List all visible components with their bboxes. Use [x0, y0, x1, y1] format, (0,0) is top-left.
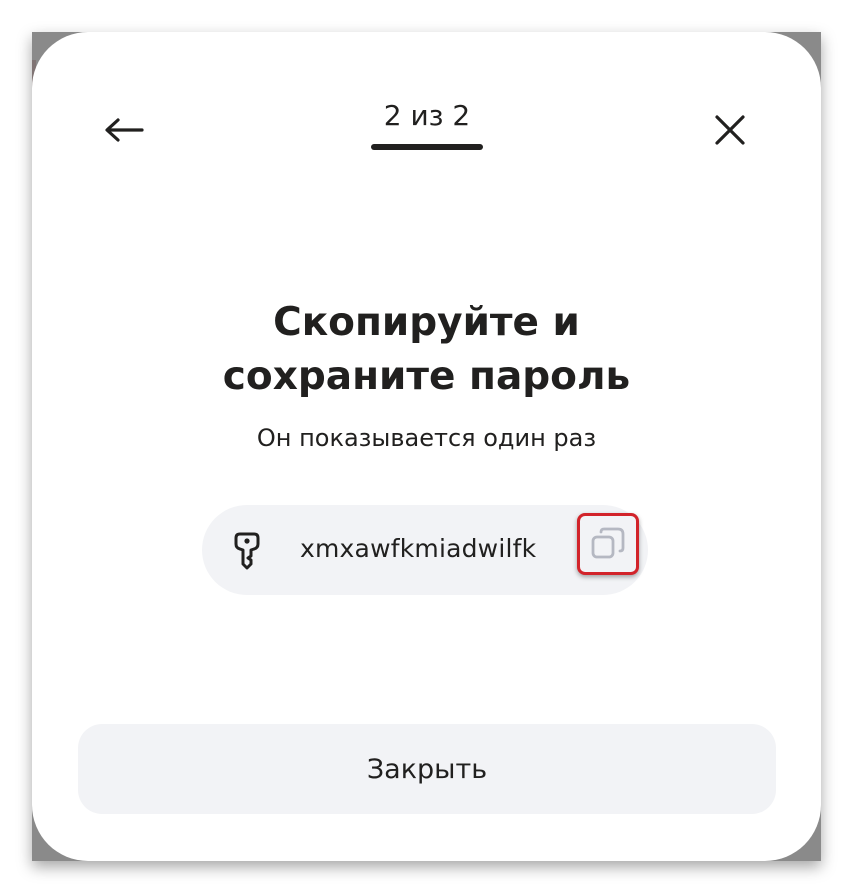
step-label: 2 из 2 — [383, 99, 471, 132]
password-value: xmxawfkmiadwilfk — [300, 534, 537, 563]
step-progress-bar — [371, 144, 483, 150]
back-button[interactable] — [98, 104, 150, 156]
step-indicator: 2 из 2 — [366, 98, 488, 150]
title-line-1: Скопируйте и — [273, 300, 580, 345]
close-x-button[interactable] — [704, 104, 756, 156]
copy-password-button[interactable] — [577, 513, 639, 575]
close-button[interactable]: Закрыть — [78, 724, 776, 814]
close-icon — [715, 115, 745, 145]
title-line-2: сохраните пароль — [222, 354, 631, 399]
password-modal: 2 из 2 Скопируйте и сохраните пароль Он … — [32, 32, 821, 861]
arrow-left-icon — [105, 118, 144, 142]
key-icon — [234, 532, 260, 570]
copy-icon — [591, 527, 625, 559]
subtitle: Он показывается один раз — [256, 424, 597, 452]
page-title: Скопируйте и сохраните пароль — [32, 296, 821, 404]
